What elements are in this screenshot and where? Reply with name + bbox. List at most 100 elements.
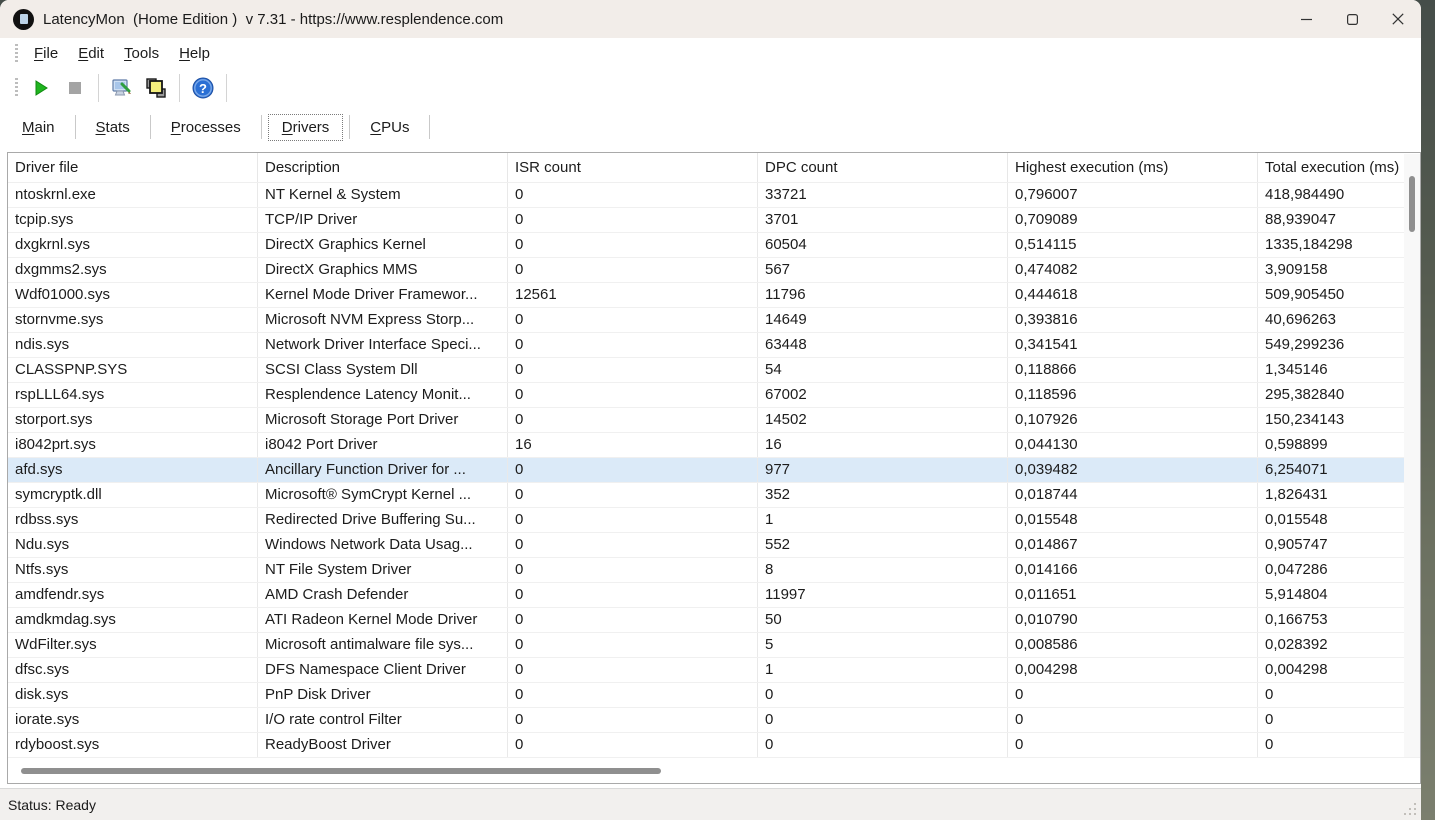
column-header-description[interactable]: Description (258, 153, 508, 182)
column-header-total-execution-ms[interactable]: Total execution (ms) (1258, 153, 1420, 182)
table-row[interactable]: afd.sysAncillary Function Driver for ...… (8, 458, 1420, 483)
table-row[interactable]: rspLLL64.sysResplendence Latency Monit..… (8, 383, 1420, 408)
table-row[interactable]: dxgkrnl.sysDirectX Graphics Kernel060504… (8, 233, 1420, 258)
table-row[interactable]: ntoskrnl.exeNT Kernel & System0337210,79… (8, 183, 1420, 208)
column-header-isr-count[interactable]: ISR count (508, 153, 758, 182)
tab-stats[interactable]: Stats (82, 114, 144, 141)
table-cell: 40,696263 (1258, 308, 1420, 332)
table-cell: disk.sys (8, 683, 258, 707)
table-row[interactable]: rdyboost.sysReadyBoost Driver0000 (8, 733, 1420, 758)
table-cell: 14502 (758, 408, 1008, 432)
menu-file[interactable]: File (24, 43, 68, 64)
table-row[interactable]: dxgmms2.sysDirectX Graphics MMS05670,474… (8, 258, 1420, 283)
table-cell: 0,010790 (1008, 608, 1258, 632)
options-button[interactable] (105, 73, 139, 103)
table-cell: 0 (758, 683, 1008, 707)
horizontal-scrollbar[interactable] (8, 758, 1404, 783)
table-row[interactable]: storport.sysMicrosoft Storage Port Drive… (8, 408, 1420, 433)
menu-tools[interactable]: Tools (114, 43, 169, 64)
menubar-items: FileEditToolsHelp (24, 43, 220, 64)
table-cell: dfsc.sys (8, 658, 258, 682)
vertical-scrollbar-thumb[interactable] (1409, 176, 1415, 232)
tab-cpus[interactable]: CPUs (356, 114, 423, 141)
statusbar: Status: Ready (0, 788, 1421, 820)
table-row[interactable]: Ndu.sysWindows Network Data Usag...05520… (8, 533, 1420, 558)
copy-report-button[interactable] (139, 73, 173, 103)
tab-bar-items: Main Stats Processes Drivers CPUs (8, 114, 436, 141)
table-row[interactable]: CLASSPNP.SYSSCSI Class System Dll0540,11… (8, 358, 1420, 383)
tab-bar: Main Stats Processes Drivers CPUs (0, 107, 1421, 147)
svg-text:?: ? (199, 81, 207, 96)
table-cell: 5,914804 (1258, 583, 1420, 607)
help-icon: ? (191, 76, 215, 100)
column-header-driver-file[interactable]: Driver file (8, 153, 258, 182)
table-cell: 0,709089 (1008, 208, 1258, 232)
table-row[interactable]: tcpip.sysTCP/IP Driver037010,70908988,93… (8, 208, 1420, 233)
table-row[interactable]: symcryptk.dllMicrosoft® SymCrypt Kernel … (8, 483, 1420, 508)
table-cell: 0 (508, 708, 758, 732)
menubar-gripper[interactable] (15, 44, 18, 64)
resize-grip-icon[interactable] (1402, 801, 1416, 815)
toolbar: ? (0, 69, 1421, 107)
table-cell: tcpip.sys (8, 208, 258, 232)
table-cell: 0 (508, 508, 758, 532)
vertical-scrollbar[interactable] (1404, 154, 1420, 757)
table-cell: 418,984490 (1258, 183, 1420, 207)
menu-help[interactable]: Help (169, 43, 220, 64)
maximize-button[interactable] (1329, 0, 1375, 38)
tab-main[interactable]: Main (8, 114, 69, 141)
minimize-button[interactable] (1283, 0, 1329, 38)
table-row[interactable]: amdfendr.sysAMD Crash Defender0119970,01… (8, 583, 1420, 608)
table-cell: 0,044130 (1008, 433, 1258, 457)
column-header-highest-execution-ms[interactable]: Highest execution (ms) (1008, 153, 1258, 182)
stop-monitor-button[interactable] (58, 73, 92, 103)
close-button[interactable] (1375, 0, 1421, 38)
table-cell: 1 (758, 508, 1008, 532)
table-row[interactable]: disk.sysPnP Disk Driver0000 (8, 683, 1420, 708)
table-cell: 0 (508, 258, 758, 282)
table-cell: DirectX Graphics Kernel (258, 233, 508, 257)
table-cell: storport.sys (8, 408, 258, 432)
table-row[interactable]: Wdf01000.sysKernel Mode Driver Framewor.… (8, 283, 1420, 308)
table-cell: 0,118866 (1008, 358, 1258, 382)
table-cell: TCP/IP Driver (258, 208, 508, 232)
column-header-dpc-count[interactable]: DPC count (758, 153, 1008, 182)
table-cell: afd.sys (8, 458, 258, 482)
table-cell: 0 (508, 308, 758, 332)
table-row[interactable]: rdbss.sysRedirected Drive Buffering Su..… (8, 508, 1420, 533)
table-cell: 0 (508, 608, 758, 632)
table-cell: 1,826431 (1258, 483, 1420, 507)
tab-processes[interactable]: Processes (157, 114, 255, 141)
table-row[interactable]: iorate.sysI/O rate control Filter0000 (8, 708, 1420, 733)
table-cell: 14649 (758, 308, 1008, 332)
table-cell: rspLLL64.sys (8, 383, 258, 407)
table-cell: dxgmms2.sys (8, 258, 258, 282)
table-cell: 1,345146 (1258, 358, 1420, 382)
table-cell: 0 (508, 208, 758, 232)
toolbar-gripper[interactable] (15, 78, 18, 98)
start-monitor-button[interactable] (24, 73, 58, 103)
table-cell: 16 (758, 433, 1008, 457)
table-cell: iorate.sys (8, 708, 258, 732)
table-row[interactable]: WdFilter.sysMicrosoft antimalware file s… (8, 633, 1420, 658)
table-cell: ATI Radeon Kernel Mode Driver (258, 608, 508, 632)
toolbar-separator (226, 74, 227, 102)
minimize-icon (1301, 14, 1312, 25)
table-row[interactable]: ndis.sysNetwork Driver Interface Speci..… (8, 333, 1420, 358)
table-cell: 0 (508, 558, 758, 582)
table-row[interactable]: i8042prt.sysi8042 Port Driver16160,04413… (8, 433, 1420, 458)
table-cell: 567 (758, 258, 1008, 282)
table-row[interactable]: amdkmdag.sysATI Radeon Kernel Mode Drive… (8, 608, 1420, 633)
help-button[interactable]: ? (186, 73, 220, 103)
table-cell: 0 (1008, 708, 1258, 732)
table-cell: WdFilter.sys (8, 633, 258, 657)
table-cell: 0 (1258, 708, 1420, 732)
table-cell: 0 (1258, 733, 1420, 757)
table-row[interactable]: dfsc.sysDFS Namespace Client Driver010,0… (8, 658, 1420, 683)
table-row[interactable]: stornvme.sysMicrosoft NVM Express Storp.… (8, 308, 1420, 333)
table-cell: Microsoft® SymCrypt Kernel ... (258, 483, 508, 507)
tab-drivers[interactable]: Drivers (268, 114, 344, 141)
table-row[interactable]: Ntfs.sysNT File System Driver080,0141660… (8, 558, 1420, 583)
horizontal-scrollbar-thumb[interactable] (21, 768, 661, 774)
menu-edit[interactable]: Edit (68, 43, 114, 64)
